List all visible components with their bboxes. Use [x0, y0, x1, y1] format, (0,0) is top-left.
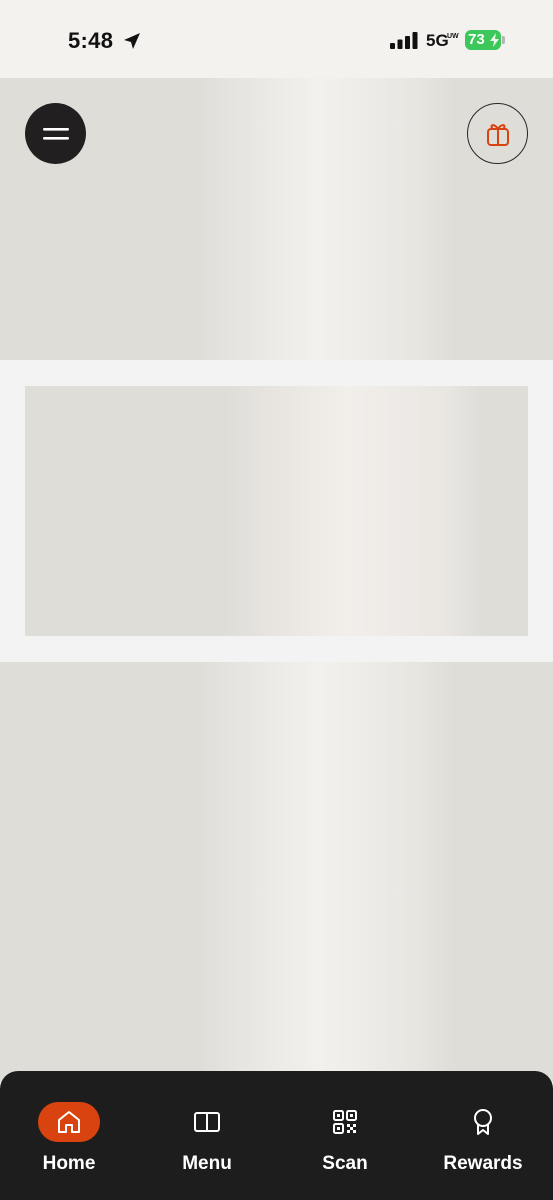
home-icon [58, 1111, 80, 1133]
tab-rewards[interactable]: Rewards [414, 1071, 552, 1200]
qr-code-icon [333, 1110, 357, 1134]
cellular-signal-icon [390, 32, 418, 49]
network-type: 5G [426, 31, 449, 50]
app-screen: 5:48 5G UW 73 Home Menu Scan Rewards [0, 0, 553, 1200]
award-icon [474, 1109, 492, 1135]
tab-home[interactable]: Home [0, 1071, 138, 1200]
battery-indicator: 73 [465, 30, 501, 50]
battery-level: 73 [468, 31, 485, 48]
tab-scan[interactable]: Scan [276, 1071, 414, 1200]
tab-label: Scan [322, 1153, 368, 1174]
tab-menu[interactable]: Menu [138, 1071, 276, 1200]
book-icon [194, 1112, 220, 1132]
tab-label: Menu [182, 1153, 232, 1174]
tab-label: Home [42, 1153, 96, 1174]
bottom-tab-bar: Home Menu Scan Rewards [0, 1071, 553, 1200]
menu-button[interactable] [25, 103, 86, 164]
gift-button[interactable] [467, 103, 528, 164]
location-arrow-icon [124, 33, 140, 49]
status-time: 5:48 [68, 28, 114, 53]
network-badge: UW [447, 33, 459, 40]
status-bar: 5:48 5G UW 73 [0, 0, 553, 78]
gift-icon [486, 123, 509, 146]
promo-card-placeholder [25, 386, 528, 636]
hamburger-icon [42, 127, 69, 140]
content-placeholder [0, 662, 553, 1082]
home-tab-icon-pill [38, 1102, 100, 1142]
battery-cap [502, 36, 505, 44]
charging-bolt-icon [490, 33, 499, 47]
tab-label: Rewards [443, 1153, 523, 1174]
